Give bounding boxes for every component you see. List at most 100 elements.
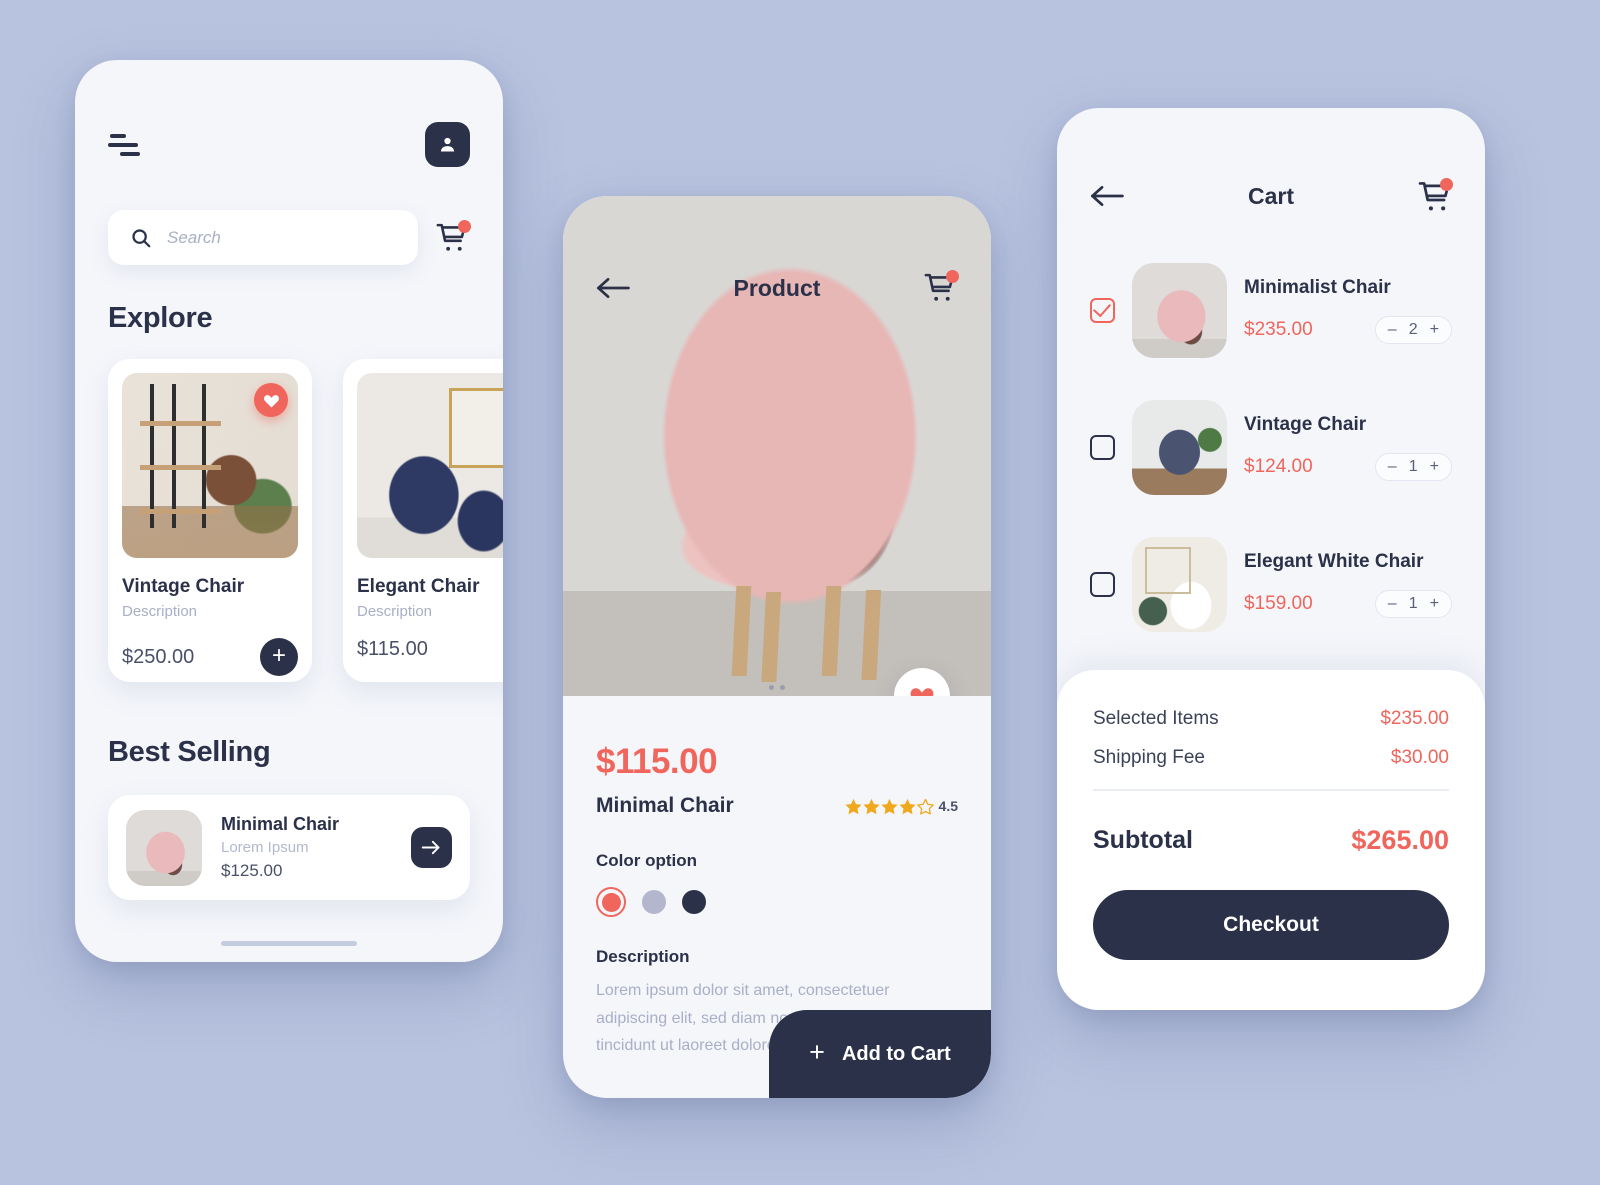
selected-items-row: Selected Items $235.00 [1093,708,1449,730]
product-card-price: $250.00 [122,645,195,668]
product-screen-phone: Product $115.00 Minimal Chair 4.5 Color … [563,196,991,1098]
product-page-title: Product [733,274,821,301]
shipping-fee-value: $30.00 [1390,747,1449,768]
minimal-chair-image [126,809,202,886]
home-cart-button[interactable] [434,219,471,256]
quantity-stepper[interactable]: – 2 + [1374,316,1452,344]
quantity-value: 1 [1408,458,1418,475]
cart-items-list: Minimalist Chair $235.00 – 2 + Vintage C… [1057,214,1485,653]
product-name-rating-row: Minimal Chair 4.5 [596,794,958,818]
search-box[interactable] [108,210,418,265]
best-selling-price: $125.00 [221,861,283,880]
cart-item-price-qty-row: $159.00 – 1 + [1244,590,1452,618]
shipping-fee-row: Shipping Fee $30.00 [1093,747,1449,769]
add-to-cart-plus-button[interactable]: + [260,638,298,676]
cart-badge-dot [1439,178,1453,191]
cart-item-info: Minimalist Chair $235.00 – 2 + [1244,277,1452,344]
product-thumbnail [122,373,298,558]
cart-item-checkbox[interactable] [1090,572,1115,597]
selected-items-label: Selected Items [1093,708,1219,729]
vintage-chair-image [1132,400,1227,495]
cart-screen-phone: Cart Minimalist Chair $235.00 – 2 + Vint… [1057,108,1485,1010]
search-row [75,210,503,265]
best-selling-thumbnail [126,809,202,886]
best-selling-info: Minimal Chair Lorem Ipsum $125.00 [221,814,392,881]
hamburger-menu-icon[interactable] [108,133,142,156]
quantity-decrement-button[interactable]: – [1388,458,1397,476]
cart-header-cart-button[interactable] [1416,178,1453,214]
cart-item-thumbnail [1132,400,1227,495]
description-label: Description [596,947,690,966]
cart-item-checkbox[interactable] [1090,435,1115,460]
add-to-cart-label: Add to Cart [841,1042,951,1065]
home-screen-phone: Explore Vintage Chair Description $250.0… [75,60,503,962]
best-selling-name: Minimal Chair [221,814,340,834]
cart-item-price: $159.00 [1244,593,1313,614]
quantity-stepper[interactable]: – 1 + [1374,590,1452,618]
cart-item-info: Vintage Chair $124.00 – 1 + [1244,414,1452,481]
quantity-stepper[interactable]: – 1 + [1374,453,1452,481]
star-filled-icon [844,798,862,814]
explore-section-title: Explore [108,302,213,334]
search-icon [132,228,151,247]
cart-item-name: Elegant White Chair [1244,551,1424,572]
home-indicator-bar [221,941,357,946]
rating-value: 4.5 [938,798,958,814]
product-rating: 4.5 [844,798,958,815]
plus-icon: + [809,1037,825,1067]
quantity-increment-button[interactable]: + [1430,458,1439,476]
product-card-name: Elegant Chair [357,576,480,597]
color-swatch-dark-navy[interactable] [682,890,706,914]
color-swatch-lavender-grey[interactable] [642,890,666,914]
product-card-name: Vintage Chair [122,576,245,597]
quantity-value: 2 [1408,321,1418,338]
quantity-increment-button[interactable]: + [1430,321,1439,339]
product-details-body: $115.00 Minimal Chair 4.5 Color option D… [563,696,991,1060]
explore-card-row: Vintage Chair Description $250.00 + Eleg… [75,359,503,682]
product-thumbnail [357,373,503,558]
color-swatches [596,887,958,917]
quantity-increment-button[interactable]: + [1430,595,1439,613]
elegant-white-chair-image [1132,537,1227,632]
best-selling-section-title: Best Selling [108,736,271,768]
product-card[interactable]: Vintage Chair Description $250.00 + [108,359,312,682]
profile-avatar-button[interactable] [425,122,470,167]
best-selling-card[interactable]: Minimal Chair Lorem Ipsum $125.00 [108,795,470,900]
cart-summary-panel: Selected Items $235.00 Shipping Fee $30.… [1057,670,1485,1010]
cart-item-checkbox[interactable] [1090,298,1115,323]
product-card-description: Description [357,603,433,620]
search-input[interactable] [167,227,396,248]
product-card[interactable]: Elegant Chair Description $115.00 [343,359,503,682]
user-icon [440,137,455,152]
cart-item-price-qty-row: $124.00 – 1 + [1244,453,1452,481]
favorite-heart-button[interactable] [254,383,288,417]
back-arrow-left-icon[interactable] [596,277,632,299]
minimalist-chair-image [1132,263,1227,358]
star-filled-icon [862,798,880,814]
product-card-footer: $115.00 [357,638,503,661]
color-swatch-coral-selected[interactable] [596,887,626,917]
cart-topbar: Cart [1057,108,1485,214]
star-outline-icon [916,798,934,815]
checkout-button[interactable]: Checkout [1093,889,1449,960]
add-to-cart-button[interactable]: + Add to Cart [769,1010,991,1098]
subtotal-value: $265.00 [1351,824,1449,855]
cart-badge-dot [945,270,959,283]
product-card-footer: $250.00 + [122,638,298,676]
subtotal-row: Subtotal $265.00 [1093,825,1449,856]
quantity-decrement-button[interactable]: – [1388,595,1397,613]
product-card-description: Description [122,603,198,620]
summary-divider [1093,789,1449,791]
cart-item-info: Elegant White Chair $159.00 – 1 + [1244,551,1452,618]
product-topbar: Product [563,270,991,306]
product-cart-button[interactable] [922,270,959,306]
quantity-value: 1 [1408,595,1418,612]
heart-icon [263,394,279,408]
best-selling-arrow-button[interactable] [411,827,452,868]
cart-item-row: Minimalist Chair $235.00 – 2 + [1090,242,1452,379]
home-topbar [75,60,503,167]
best-selling-subtitle: Lorem Ipsum [221,839,309,856]
back-arrow-left-icon[interactable] [1090,185,1126,207]
quantity-decrement-button[interactable]: – [1388,321,1397,339]
product-name: Minimal Chair [596,794,734,817]
